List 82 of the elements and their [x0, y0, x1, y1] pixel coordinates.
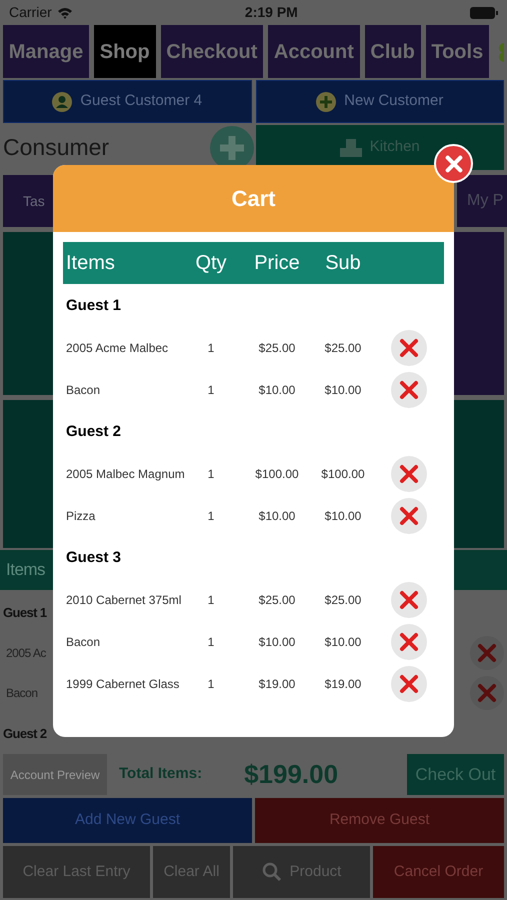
nav-tab[interactable]: Manage — [3, 25, 89, 78]
x-icon — [398, 506, 418, 526]
close-icon — [444, 154, 462, 172]
subtotal: $10.00 — [324, 508, 362, 525]
subtotal: $25.00 — [324, 592, 362, 609]
price: $19.00 — [258, 676, 296, 693]
remove-button[interactable] — [390, 456, 426, 492]
guest-heading: Guest 1 — [66, 296, 122, 316]
x-icon — [398, 380, 418, 400]
nav-tab[interactable]: Shop — [94, 25, 156, 78]
total-amount: $199.00 — [244, 758, 338, 791]
price: $10.00 — [258, 382, 296, 399]
item-name: Pizza — [65, 508, 96, 525]
price: $25.00 — [258, 340, 296, 357]
remove-button[interactable] — [390, 330, 426, 366]
carrier-label: Carrier — [9, 3, 52, 22]
customer-button[interactable]: New Customer — [256, 80, 504, 123]
remove-button[interactable] — [390, 498, 426, 534]
x-icon — [477, 683, 497, 704]
account-preview-button[interactable]: Account Preview — [3, 754, 107, 795]
quantity: 1 — [208, 508, 214, 525]
quantity: 1 — [208, 382, 214, 399]
x-icon — [477, 642, 497, 663]
price: $100.00 — [255, 466, 299, 483]
printer-icon — [340, 138, 362, 156]
search-icon — [262, 862, 282, 882]
x-icon — [398, 674, 418, 694]
remove-guest-button[interactable]: Remove Guest — [255, 798, 504, 843]
battery-icon — [470, 6, 498, 18]
x-icon — [398, 632, 418, 652]
nav-tab[interactable]: Account — [268, 25, 360, 78]
guest-heading: Guest 2 — [66, 422, 122, 442]
clock: 2:19 PM — [244, 3, 298, 22]
consumer-label: Consumer — [3, 133, 110, 162]
item-name: Bacon — [6, 685, 38, 702]
action-button[interactable]: Cancel Order — [373, 846, 504, 898]
customer-button[interactable]: Guest Customer 4 — [3, 80, 252, 123]
item-name: 2005 Malbec Magnum — [65, 466, 185, 483]
subtotal: $10.00 — [324, 382, 362, 399]
quantity: 1 — [208, 592, 214, 609]
x-icon — [398, 464, 418, 484]
guest-heading: Guest 2 — [3, 725, 46, 743]
guest-heading: Guest 1 — [3, 604, 46, 622]
person-icon — [52, 92, 72, 112]
item-name: 2005 Ac — [6, 644, 46, 662]
item-name: 1999 Cabernet Glass — [65, 676, 180, 693]
item-name: Bacon — [65, 634, 100, 651]
menu-tile[interactable]: My P — [457, 175, 507, 227]
quantity: 1 — [208, 340, 214, 357]
wifi-icon — [56, 6, 73, 18]
remove-button[interactable] — [390, 624, 426, 660]
price: $10.00 — [258, 508, 296, 525]
item-name: Bacon — [65, 382, 100, 399]
items-heading: Items — [6, 559, 46, 582]
subtotal: $19.00 — [324, 676, 362, 693]
column-header: Items — [65, 251, 115, 276]
price: $25.00 — [258, 592, 296, 609]
subtotal: $100.00 — [321, 466, 365, 483]
nav-tab[interactable]: Checkout — [160, 25, 264, 78]
quantity: 1 — [208, 634, 214, 651]
column-header: Sub — [325, 251, 361, 276]
dialog-title: Cart — [231, 185, 276, 213]
price: $10.00 — [258, 634, 296, 651]
column-header: Qty — [195, 251, 227, 276]
add-guest-button[interactable]: Add New Guest — [3, 798, 252, 843]
remove-button[interactable] — [390, 372, 426, 408]
guest-heading: Guest 3 — [66, 548, 122, 568]
x-icon — [398, 590, 418, 610]
subtotal: $10.00 — [324, 634, 362, 651]
remove-button[interactable] — [390, 582, 426, 618]
nav-tab[interactable]: Club — [364, 25, 421, 78]
column-header: Price — [254, 251, 300, 276]
remove-button[interactable] — [390, 666, 426, 702]
quantity: 1 — [208, 676, 214, 693]
plus-icon — [316, 92, 336, 112]
subtotal: $25.00 — [324, 340, 362, 357]
x-icon — [398, 338, 418, 358]
item-name: 2010 Cabernet 375ml — [65, 592, 182, 609]
nav-tab[interactable]: Tools — [426, 25, 489, 78]
quantity: 1 — [208, 466, 214, 483]
total-items-label: Total Items: — [119, 764, 202, 784]
item-name: 2005 Acme Malbec — [65, 340, 168, 357]
